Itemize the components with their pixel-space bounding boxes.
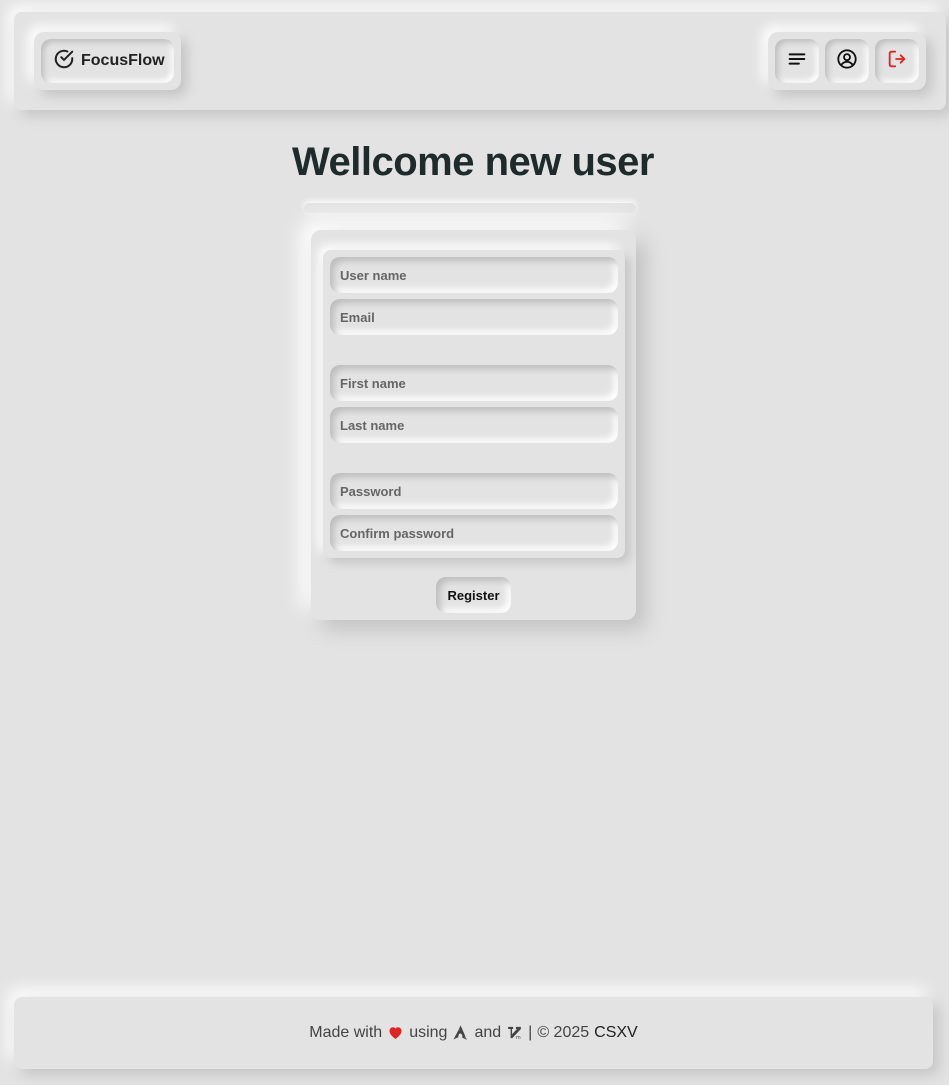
header-actions [768, 32, 926, 90]
user-circle-icon [836, 48, 858, 75]
footer-separator: | [528, 1024, 533, 1041]
brand-home-link[interactable]: FocusFlow [41, 39, 174, 83]
password-input[interactable] [330, 473, 618, 509]
svg-text:m: m [516, 1035, 521, 1041]
profile-button[interactable] [825, 39, 869, 83]
footer-author-link[interactable]: CSXV [594, 1024, 638, 1042]
footer-copyright: © 2025 [537, 1024, 590, 1041]
email-input[interactable] [330, 299, 618, 335]
heart-icon [387, 1024, 404, 1042]
check-circle-icon [53, 48, 75, 75]
footer-using: using [409, 1024, 448, 1041]
vim-logo-icon: m [506, 1024, 523, 1042]
footer-and: and [474, 1024, 502, 1041]
title-divider [304, 203, 636, 213]
footer-made-with: Made with [309, 1024, 383, 1041]
arch-logo-icon [452, 1024, 469, 1042]
username-input[interactable] [330, 257, 618, 293]
brand-name: FocusFlow [81, 52, 165, 69]
menu-button[interactable] [775, 39, 819, 83]
confirm-password-input[interactable] [330, 515, 618, 551]
top-navbar: FocusFlow [14, 12, 946, 110]
menu-lines-icon [786, 48, 808, 75]
registration-card: Register [311, 230, 636, 620]
logout-icon [886, 48, 908, 75]
brand-container: FocusFlow [34, 32, 181, 90]
first-name-input[interactable] [330, 365, 618, 401]
registration-fields [323, 250, 625, 558]
logout-button[interactable] [875, 39, 919, 83]
page-title: Wellcome new user [291, 140, 655, 184]
footer: Made with using and m | © 2025 CSXV [14, 997, 933, 1069]
register-button[interactable]: Register [436, 577, 511, 613]
last-name-input[interactable] [330, 407, 618, 443]
